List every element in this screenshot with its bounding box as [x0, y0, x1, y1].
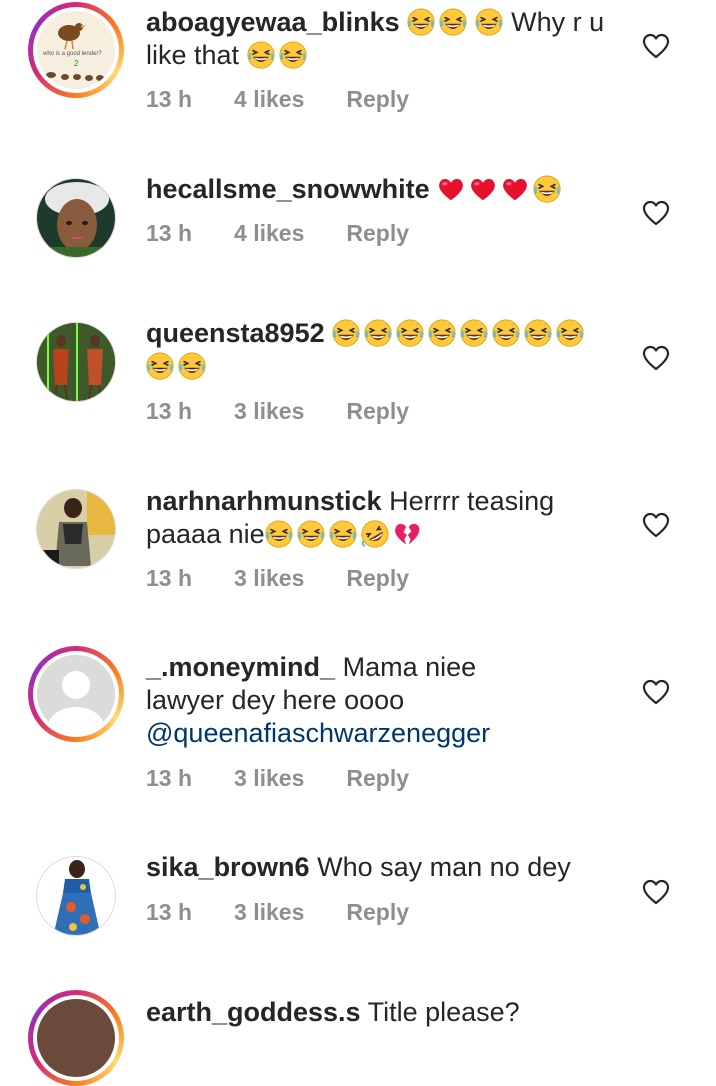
red-heart-emoji-icon — [437, 175, 465, 203]
avatar[interactable] — [28, 646, 124, 742]
laughing-emoji-icon — [329, 520, 357, 548]
reply-button[interactable]: Reply — [346, 565, 409, 592]
comment-time: 13 h — [146, 899, 193, 925]
comment-likes[interactable]: 3 likes — [234, 765, 304, 792]
laughing-emoji-icon — [524, 319, 552, 347]
avatar[interactable] — [36, 856, 116, 936]
reply-button[interactable]: Reply — [346, 765, 409, 792]
comment-username[interactable]: narhnarhmunstick — [146, 486, 382, 516]
comment-username[interactable]: earth_goddess.s — [146, 997, 361, 1027]
comment-body: Who say man no dey — [317, 852, 571, 882]
avatar-image: who is a good lender? 2 — [37, 11, 115, 89]
comment-text: aboagyewaa_blinks Why r u like that — [146, 6, 616, 72]
heart-outline-icon[interactable] — [642, 679, 670, 705]
comment-meta: 13 h 3 likes Reply — [146, 398, 409, 425]
laughing-emoji-icon — [428, 319, 456, 347]
avatar[interactable]: fftu — [36, 489, 116, 569]
comment-text: queensta8952 — [146, 317, 616, 383]
laughing-emoji-icon — [492, 319, 520, 347]
avatar-image — [37, 179, 115, 257]
comment-text: sika_brown6 Who say man no dey — [146, 851, 616, 884]
heart-outline-icon[interactable] — [642, 33, 670, 59]
avatar[interactable]: who is a good lender? 2 — [28, 2, 124, 98]
laughing-emoji-icon — [475, 8, 503, 36]
laughing-emoji-icon — [247, 41, 275, 69]
rofl-emoji-icon — [361, 520, 389, 548]
heart-outline-icon[interactable] — [642, 345, 670, 371]
comment-time: 13 h — [146, 565, 193, 591]
comment-username[interactable]: queensta8952 — [146, 318, 325, 348]
laughing-emoji-icon — [439, 8, 467, 36]
comment-time: 13 h — [146, 765, 193, 791]
comment-username[interactable]: aboagyewaa_blinks — [146, 7, 400, 37]
comment-text: narhnarhmunstick Herrrr teasing paaaa ni… — [146, 485, 616, 551]
reply-button[interactable]: Reply — [346, 220, 409, 247]
comment-likes[interactable]: 3 likes — [234, 565, 304, 592]
red-heart-emoji-icon — [469, 175, 497, 203]
comment-meta: 13 h 3 likes Reply — [146, 765, 409, 792]
comment-likes[interactable]: 3 likes — [234, 899, 304, 926]
laughing-emoji-icon — [146, 352, 174, 380]
comment-username[interactable]: _.moneymind_ — [146, 652, 335, 682]
avatar-image — [37, 857, 115, 935]
comment-time: 13 h — [146, 398, 193, 424]
mention-link[interactable]: @queenafiaschwarzenegger — [146, 718, 490, 748]
reply-button[interactable]: Reply — [346, 398, 409, 425]
svg-text:2: 2 — [74, 59, 79, 68]
comment-username[interactable]: hecallsme_snowwhite — [146, 174, 430, 204]
comment-likes[interactable]: 4 likes — [234, 220, 304, 247]
comment-time: 13 h — [146, 220, 193, 246]
comment-text: _.moneymind_ Mama niee lawyer dey here o… — [146, 651, 536, 750]
laughing-emoji-icon — [297, 520, 325, 548]
heart-outline-icon[interactable] — [642, 200, 670, 226]
avatar-caption: who is a good lender? — [42, 51, 102, 57]
comment-time: 13 h — [146, 86, 193, 112]
laughing-emoji-icon — [533, 175, 561, 203]
laughing-emoji-icon — [178, 352, 206, 380]
laughing-emoji-icon — [265, 520, 293, 548]
comment-meta: 13 h 4 likes Reply — [146, 86, 409, 113]
reply-button[interactable]: Reply — [346, 86, 409, 113]
laughing-emoji-icon — [396, 319, 424, 347]
avatar[interactable] — [36, 322, 116, 402]
svg-text:fftu: fftu — [39, 555, 49, 562]
laughing-emoji-icon — [279, 41, 307, 69]
comment-likes[interactable]: 3 likes — [234, 398, 304, 425]
red-heart-emoji-icon — [501, 175, 529, 203]
comment-meta: 13 h 3 likes Reply — [146, 899, 409, 926]
laughing-emoji-icon — [556, 319, 584, 347]
laughing-emoji-icon — [407, 8, 435, 36]
comment-likes[interactable]: 4 likes — [234, 86, 304, 113]
comment-text: hecallsme_snowwhite — [146, 173, 616, 206]
heart-outline-icon[interactable] — [642, 879, 670, 905]
broken-heart-emoji-icon — [393, 520, 421, 548]
heart-outline-icon[interactable] — [642, 512, 670, 538]
laughing-emoji-icon — [364, 319, 392, 347]
default-avatar-icon — [37, 655, 115, 733]
laughing-emoji-icon — [332, 319, 360, 347]
reply-button[interactable]: Reply — [346, 899, 409, 926]
avatar[interactable] — [28, 990, 124, 1086]
comment-text: earth_goddess.s Title please? — [146, 996, 616, 1029]
laughing-emoji-icon — [460, 319, 488, 347]
comment-meta: 13 h 4 likes Reply — [146, 220, 409, 247]
avatar[interactable] — [36, 178, 116, 258]
avatar-image: fftu — [37, 490, 115, 568]
comment-username[interactable]: sika_brown6 — [146, 852, 310, 882]
comment-meta: 13 h 3 likes Reply — [146, 565, 409, 592]
comment-body: Title please? — [367, 997, 520, 1027]
avatar-image — [37, 323, 115, 401]
